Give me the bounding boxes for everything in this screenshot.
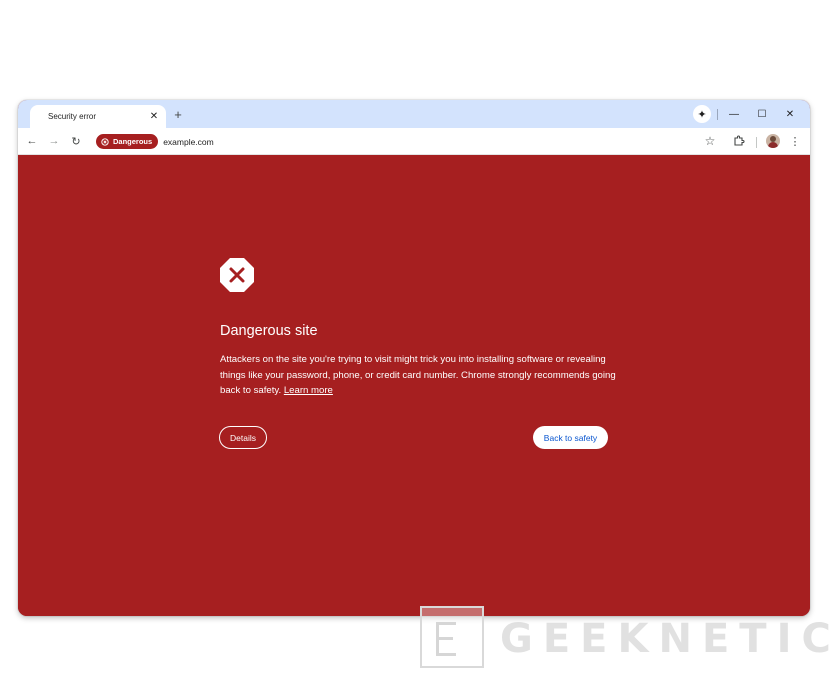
forward-arrow-icon[interactable]: → (46, 133, 62, 149)
tab-close-icon[interactable]: ✕ (148, 111, 160, 123)
details-button[interactable]: Details (219, 426, 267, 449)
security-chip-label: Dangerous (113, 137, 153, 146)
learn-more-link[interactable]: Learn more (284, 385, 333, 396)
tabstrip-divider (717, 109, 718, 120)
watermark: GEEKNETIC (420, 606, 829, 670)
page-title: Dangerous site (220, 323, 318, 339)
more-menu-icon[interactable]: ⋮ (787, 133, 803, 149)
reload-icon[interactable]: ↻ (68, 133, 84, 149)
bookmark-star-icon[interactable]: ☆ (702, 133, 718, 149)
watermark-e-icon (436, 622, 456, 656)
extensions-puzzle-icon[interactable] (731, 133, 747, 149)
back-arrow-icon[interactable]: ← (24, 133, 40, 149)
interstitial-content: Dangerous site Attackers on the site you… (18, 155, 810, 616)
watermark-text: GEEKNETIC (500, 616, 829, 662)
address-bar[interactable]: Dangerous example.com (92, 131, 726, 152)
warning-body: Attackers on the site you're trying to v… (220, 354, 616, 396)
toolbar-divider (756, 137, 757, 148)
new-tab-button[interactable]: + (170, 106, 186, 122)
tab-strip: Security error ✕ + ✦ — ☐ ✕ (18, 100, 810, 128)
tab-title: Security error (48, 112, 97, 121)
security-chip[interactable]: Dangerous (96, 134, 159, 149)
tab-security-error[interactable]: Security error ✕ (30, 105, 166, 128)
watermark-logo-box (420, 606, 484, 668)
minimize-button[interactable]: — (725, 105, 743, 123)
maximize-button[interactable]: ☐ (753, 105, 771, 123)
profile-avatar[interactable] (766, 134, 780, 148)
danger-circle-icon (101, 137, 109, 146)
back-to-safety-button[interactable]: Back to safety (533, 426, 608, 449)
toolbar: ← → ↻ Dangerous example.com ☆ ⋮ (18, 128, 810, 155)
warning-description: Attackers on the site you're trying to v… (220, 352, 620, 399)
page: Security error ✕ + ✦ — ☐ ✕ ← → ↻ Dangero… (0, 0, 829, 688)
gemini-icon[interactable]: ✦ (693, 105, 711, 123)
danger-octagon-icon (220, 258, 254, 292)
url-text[interactable]: example.com (163, 137, 214, 147)
browser-window: Security error ✕ + ✦ — ☐ ✕ ← → ↻ Dangero… (18, 100, 810, 616)
close-window-button[interactable]: ✕ (781, 105, 799, 123)
